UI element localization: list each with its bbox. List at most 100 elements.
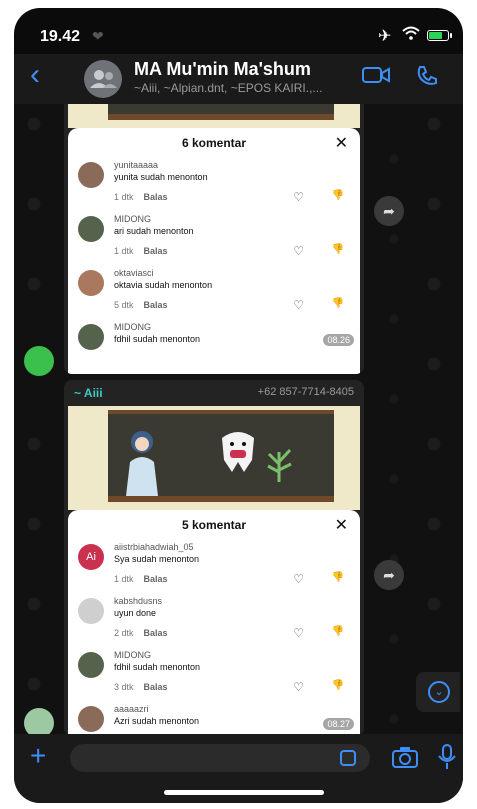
airplane-icon: ✈	[378, 28, 392, 45]
avatar	[78, 270, 104, 296]
list-item: oktaviasci oktavia sudah menonton 5 dtk B…	[68, 266, 360, 320]
comment-author: yunitaaaaa	[114, 160, 159, 170]
battery-icon	[427, 30, 452, 41]
chevron-down-icon: ⌄	[428, 681, 450, 703]
dislike-icon[interactable]: 👎	[332, 298, 344, 309]
comment-author: kabshdusns	[114, 596, 163, 606]
comment-meta: 2 dtk Balas	[114, 628, 168, 638]
message-input[interactable]	[70, 744, 370, 772]
comment-author: MIDONG	[114, 322, 151, 332]
teacher-illustration	[126, 431, 158, 496]
comment-time: 2 dtk	[114, 628, 134, 638]
comments-title: 6 komentar	[181, 136, 247, 150]
dislike-icon[interactable]: 👎	[332, 572, 344, 583]
comment-text: fdhil sudah menonton	[114, 334, 201, 344]
message-bubble[interactable]: ~ Aiii +62 857-7714-8405 5 komentar ✕ Ai…	[64, 380, 364, 734]
camera-icon[interactable]	[392, 746, 418, 768]
comment-time: 5 dtk	[114, 300, 134, 310]
tooth-illustration	[222, 432, 254, 472]
video-thumbnail[interactable]	[68, 104, 360, 128]
avatar[interactable]	[24, 708, 54, 734]
comment-author: MIDONG	[114, 650, 151, 660]
plus-icon[interactable]: +	[30, 740, 46, 772]
message-bubble[interactable]: 6 komentar ✕ yunitaaaaa yunita sudah men…	[64, 104, 364, 374]
video-call-icon[interactable]	[362, 65, 390, 85]
list-item: MIDONG fdhil sudah menonton 3 dtk Balas ♡…	[68, 648, 360, 702]
list-item: MIDONG ari sudah menonton 1 dtk Balas ♡ 👎	[68, 212, 360, 266]
forward-icon[interactable]: ➦	[374, 196, 404, 226]
comment-time: 3 dtk	[114, 682, 134, 692]
video-thumbnail[interactable]	[68, 406, 360, 510]
avatar[interactable]	[24, 346, 54, 376]
comment-time: 1 dtk	[114, 192, 134, 202]
sender-row: ~ Aiii +62 857-7714-8405	[64, 380, 364, 406]
heart-icon[interactable]: ♡	[293, 680, 304, 694]
message-timestamp: 08.27	[323, 718, 354, 730]
heart-status-icon: ❤	[92, 28, 104, 44]
heart-icon[interactable]: ♡	[293, 190, 304, 204]
sticker-icon[interactable]	[340, 750, 356, 766]
dislike-icon[interactable]: 👎	[332, 680, 344, 691]
wifi-icon	[402, 26, 420, 40]
group-members[interactable]: ~Aiii, ~Alpian.dnt, ~EPOS KAIRI.,...	[134, 81, 356, 95]
comment-text: yunita sudah menonton	[114, 172, 208, 182]
comment-meta: 1 dtk Balas	[114, 246, 168, 256]
comment-time: 1 dtk	[114, 246, 134, 256]
comments-panel: 6 komentar ✕ yunitaaaaa yunita sudah men…	[68, 128, 360, 374]
sender-phone[interactable]: +62 857-7714-8405	[258, 386, 354, 398]
comment-meta: 5 dtk Balas	[114, 300, 168, 310]
reply-link[interactable]: Balas	[144, 300, 168, 310]
avatar	[78, 598, 104, 624]
comment-text: Azri sudah menonton	[114, 716, 200, 726]
comment-meta: 1 dtk Balas	[114, 192, 168, 202]
reply-link[interactable]: Balas	[144, 574, 168, 584]
avatar	[78, 162, 104, 188]
comments-title: 5 komentar	[181, 518, 247, 532]
avatar	[78, 324, 104, 350]
comment-author: aiistrbiahadwiah_05	[114, 542, 194, 552]
avatar: Ai	[78, 544, 104, 570]
comment-text: ari sudah menonton	[114, 226, 194, 236]
comment-author: oktaviasci	[114, 268, 154, 278]
list-item: kabshdusns uyun done 2 dtk Balas ♡ 👎	[68, 594, 360, 648]
comment-text: fdhil sudah menonton	[114, 662, 201, 672]
chat-header: ‹ MA Mu'min Ma'shum ~Aiii, ~Alpian.dnt, …	[14, 54, 463, 104]
reply-link[interactable]: Balas	[144, 246, 168, 256]
comment-text: Sya sudah menonton	[114, 554, 200, 564]
close-icon[interactable]: ✕	[335, 133, 348, 153]
chat-area[interactable]: 6 komentar ✕ yunitaaaaa yunita sudah men…	[14, 104, 463, 734]
reply-link[interactable]: Balas	[144, 192, 168, 202]
status-bar: 19.42 ❤ ✈	[14, 8, 463, 54]
comment-meta: 3 dtk Balas	[114, 682, 168, 692]
home-indicator[interactable]	[164, 790, 324, 795]
close-icon[interactable]: ✕	[335, 515, 348, 535]
plant-illustration	[267, 448, 292, 482]
heart-icon[interactable]: ♡	[293, 244, 304, 258]
dislike-icon[interactable]: 👎	[332, 626, 344, 637]
input-bar: +	[14, 734, 463, 803]
dislike-icon[interactable]: 👎	[332, 244, 344, 255]
forward-icon[interactable]: ➦	[374, 560, 404, 590]
comment-text: uyun done	[114, 608, 157, 618]
list-item: yunitaaaaa yunita sudah menonton 1 dtk Ba…	[68, 158, 360, 212]
group-avatar[interactable]	[84, 60, 122, 98]
avatar	[78, 652, 104, 678]
phone-call-icon[interactable]	[416, 65, 438, 87]
scroll-down-button[interactable]: ⌄	[416, 672, 460, 712]
group-title[interactable]: MA Mu'min Ma'shum	[134, 59, 311, 80]
list-item: aaaaazri Azri sudah menonton	[68, 702, 360, 734]
message-timestamp: 08.26	[323, 334, 354, 346]
sender-name[interactable]: ~ Aiii	[74, 386, 103, 400]
heart-icon[interactable]: ♡	[293, 298, 304, 312]
dislike-icon[interactable]: 👎	[332, 190, 344, 201]
reply-link[interactable]: Balas	[144, 628, 168, 638]
comment-meta: 1 dtk Balas	[114, 574, 168, 584]
heart-icon[interactable]: ♡	[293, 626, 304, 640]
comment-time: 1 dtk	[114, 574, 134, 584]
reply-link[interactable]: Balas	[144, 682, 168, 692]
phone-screen: 19.42 ❤ ✈ ‹ MA Mu'min Ma'shum ~Aiii, ~Al…	[14, 8, 463, 803]
back-icon[interactable]: ‹	[30, 60, 40, 90]
heart-icon[interactable]: ♡	[293, 572, 304, 586]
microphone-icon[interactable]	[438, 744, 456, 770]
comment-author: aaaaazri	[114, 704, 149, 714]
